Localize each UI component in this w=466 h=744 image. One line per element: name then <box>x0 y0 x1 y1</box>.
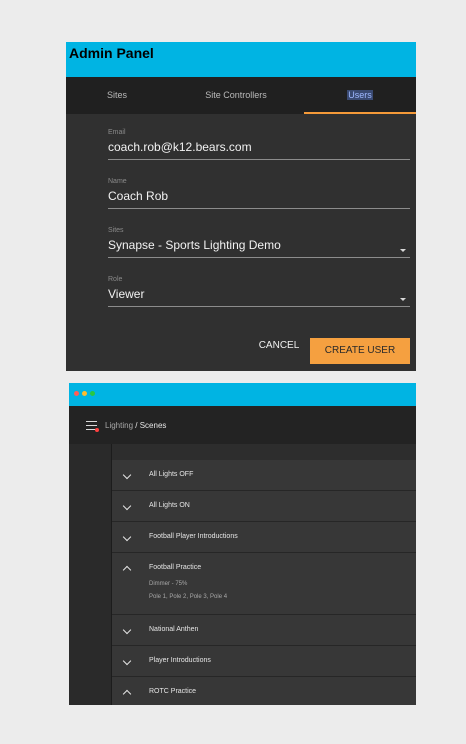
tab-users[interactable]: Users <box>304 77 416 114</box>
dropdown-arrow-icon[interactable] <box>400 249 406 252</box>
tab-sites[interactable]: Sites <box>66 77 168 114</box>
breadcrumb-separator: / <box>133 421 140 430</box>
cancel-button[interactable]: CANCEL <box>256 339 302 353</box>
scenes-window: Lighting / Scenes All Lights OFF All Lig… <box>69 383 416 705</box>
scene-row-football-practice[interactable]: Football Practice Dimmer - 75% Pole 1, P… <box>112 553 416 615</box>
scene-title: National Anthen <box>149 626 199 633</box>
sites-select[interactable]: Sites Synapse - Sports Lighting Demo <box>108 227 410 258</box>
scene-poles: Pole 1, Pole 2, Pole 3, Pole 4 <box>149 594 228 600</box>
admin-panel-title: Admin Panel <box>66 42 416 77</box>
scene-row-player-introductions[interactable]: Player Introductions <box>112 646 416 677</box>
create-user-button[interactable]: CREATE USER <box>310 338 410 364</box>
scene-title: All Lights OFF <box>149 471 194 478</box>
app-bar: Lighting / Scenes <box>69 406 416 444</box>
scene-row-all-lights-on[interactable]: All Lights ON <box>112 491 416 522</box>
scene-title: ROTC Practice <box>149 688 197 695</box>
role-label: Role <box>108 276 123 283</box>
menu-icon[interactable] <box>86 421 99 432</box>
chevron-down-icon[interactable] <box>122 501 132 511</box>
admin-panel: Admin Panel Sites Site Controllers Users… <box>66 42 416 371</box>
scene-row-national-anthen[interactable]: National Anthen <box>112 615 416 646</box>
chevron-up-icon[interactable] <box>122 565 132 575</box>
chevron-up-icon[interactable] <box>122 689 132 699</box>
chevron-down-icon[interactable] <box>122 532 132 542</box>
breadcrumb-scenes: Scenes <box>139 421 167 430</box>
name-underline <box>108 208 410 209</box>
email-underline <box>108 159 410 160</box>
email-value[interactable]: coach.rob@k12.bears.com <box>108 140 410 156</box>
role-underline <box>108 306 410 307</box>
chevron-down-icon[interactable] <box>122 625 132 635</box>
tab-label: Site Controllers <box>205 90 267 100</box>
maximize-window-icon[interactable] <box>90 391 95 396</box>
tab-label: Users <box>347 90 373 100</box>
minimize-window-icon[interactable] <box>82 391 87 396</box>
tab-site-controllers[interactable]: Site Controllers <box>168 77 304 114</box>
scene-title: Football Player Introductions <box>149 533 238 540</box>
name-value[interactable]: Coach Rob <box>108 189 410 205</box>
chevron-down-icon[interactable] <box>122 470 132 480</box>
dropdown-arrow-icon[interactable] <box>400 298 406 301</box>
name-field[interactable]: Name Coach Rob <box>108 178 410 209</box>
scene-row-football-player-introductions[interactable]: Football Player Introductions <box>112 522 416 553</box>
role-select[interactable]: Role Viewer <box>108 276 410 307</box>
scene-title: Player Introductions <box>149 657 211 664</box>
scene-row-all-lights-off[interactable]: All Lights OFF <box>112 460 416 491</box>
chevron-down-icon[interactable] <box>122 656 132 666</box>
email-label: Email <box>108 129 126 136</box>
scene-dimmer-level: Dimmer - 75% <box>149 581 188 587</box>
scene-list: All Lights OFF All Lights ON Football Pl… <box>112 460 416 705</box>
admin-tabs: Sites Site Controllers Users <box>66 77 416 114</box>
breadcrumb: Lighting / Scenes <box>105 421 166 430</box>
sites-label: Sites <box>108 227 124 234</box>
scene-title: All Lights ON <box>149 502 190 509</box>
close-window-icon[interactable] <box>74 391 79 396</box>
scene-row-rotc-practice[interactable]: ROTC Practice <box>112 677 416 705</box>
role-value[interactable]: Viewer <box>108 287 410 303</box>
notification-dot-icon <box>95 428 99 432</box>
email-field[interactable]: Email coach.rob@k12.bears.com <box>108 129 410 160</box>
name-label: Name <box>108 178 127 185</box>
sites-underline <box>108 257 410 258</box>
breadcrumb-lighting[interactable]: Lighting <box>105 421 133 430</box>
tab-label: Sites <box>106 90 127 100</box>
sites-value[interactable]: Synapse - Sports Lighting Demo <box>108 238 410 254</box>
window-titlebar <box>69 383 416 406</box>
side-rail <box>69 444 112 705</box>
scene-title: Football Practice <box>149 564 202 571</box>
